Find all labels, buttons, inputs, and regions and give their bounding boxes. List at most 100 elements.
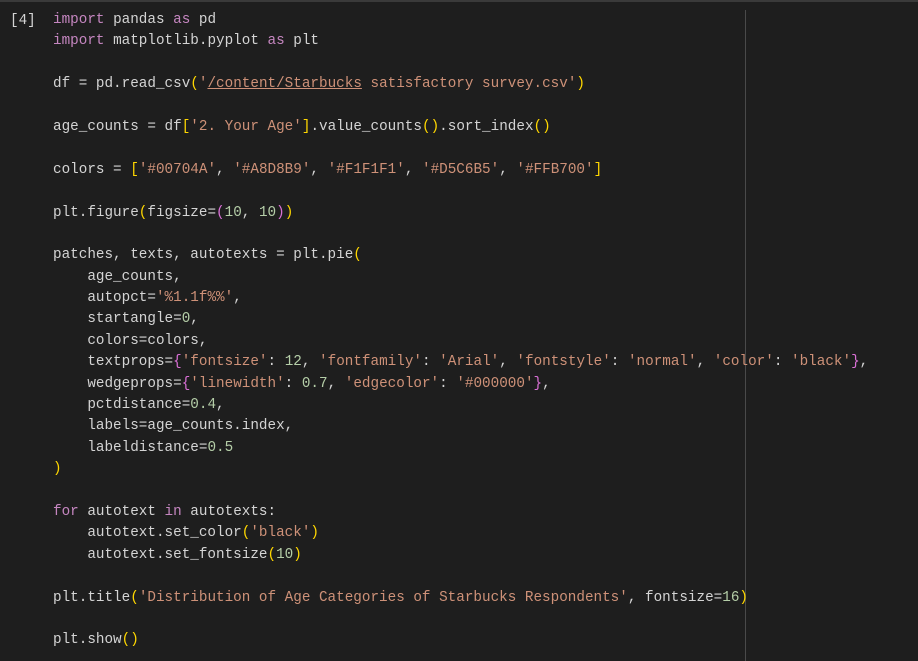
code-token-plain: plt.figure [53,204,139,221]
code-token-plain: , [301,354,320,371]
code-token-plain: age_counts = df [53,118,182,135]
code-line[interactable]: import matplotlib.pyplot as plt [53,31,868,52]
code-line[interactable]: import pandas as pd [53,10,868,31]
code-token-plain: .sort_index [439,118,534,135]
code-token-b2: } [851,354,860,371]
code-line[interactable] [53,609,868,630]
code-token-plain: wedgeprops= [53,375,182,392]
execution-count[interactable]: [4] [10,11,36,32]
code-token-plain: : [284,375,302,392]
code-token-str: 'fontfamily' [319,354,422,371]
code-token-plain: , [216,161,234,178]
code-line[interactable]: pctdistance=0.4, [53,395,868,416]
code-token-str: 'color' [713,354,774,371]
code-line[interactable]: labels=age_counts.index, [53,416,868,437]
code-token-str: '#000000' [456,375,534,392]
code-token-b1: ( [130,589,139,606]
code-token-b1: ( [190,76,199,93]
cell-top-border [0,0,918,2]
code-token-num: 0.7 [301,375,328,392]
code-line[interactable] [53,138,868,159]
code-token-plain: labeldistance= [53,439,208,456]
code-token-b1: () [121,632,139,649]
code-token-num: 10 [258,204,277,221]
code-line[interactable]: df = pd.read_csv('/content/Starbucks sat… [53,74,868,95]
code-token-str: 'fontstyle' [516,354,611,371]
code-line[interactable]: wedgeprops={'linewidth': 0.7, 'edgecolor… [53,374,868,395]
code-token-num: 10 [224,204,242,221]
code-token-kw: in [164,503,182,520]
code-line[interactable]: age_counts = df['2. Your Age'].value_cou… [53,117,868,138]
code-token-b1: ) [53,461,62,478]
code-token-plain: plt.show [53,632,122,649]
code-token-plain: figsize= [147,204,217,221]
code-token-plain: , [327,375,345,392]
code-token-plain: .value_counts [310,118,422,135]
code-token-str: 'edgecolor' [344,375,440,392]
code-token-plain: age_counts, [53,268,182,285]
code-token-plain: : [267,354,285,371]
code-token-str: 'Arial' [439,354,500,371]
code-token-kw: import [53,33,105,50]
code-token-link[interactable]: /content/Starbucks [207,76,361,92]
code-line[interactable]: colors=colors, [53,331,868,352]
code-line[interactable] [53,96,868,117]
code-token-str: 'normal' [627,354,697,371]
code-token-plain: matplotlib.pyplot [104,33,268,50]
code-token-plain: startangle= [53,311,182,328]
code-token-b1: ) [284,204,294,221]
code-token-str: '#A8D8B9' [233,161,311,178]
code-line[interactable]: patches, texts, autotexts = plt.pie( [53,245,868,266]
code-line[interactable]: textprops={'fontsize': 12, 'fontfamily':… [53,352,868,373]
code-token-kw: import [53,12,105,28]
code-line[interactable]: plt.figure(figsize=(10, 10)) [53,203,868,224]
code-line[interactable] [53,53,868,74]
code-token-b1: ( [267,546,277,563]
code-token-plain: , [310,161,328,178]
code-token-plain: , fontsize= [627,589,723,606]
code-line[interactable]: autotext.set_color('black') [53,523,868,544]
code-token-str: '%1.1f%%' [155,290,234,307]
code-line[interactable]: autopct='%1.1f%%', [53,288,868,309]
code-token-str: 'linewidth' [190,375,285,392]
code-token-str: '#FFB700' [516,161,594,178]
code-editor[interactable]: import pandas as pd import matplotlib.pyp… [53,10,868,652]
code-token-plain: colors = [53,161,131,178]
code-line[interactable]: ) [53,459,868,480]
code-line[interactable]: for autotext in autotexts: [53,502,868,523]
code-token-kw: for [53,503,79,520]
code-token-b1: () [533,118,551,135]
code-line[interactable] [53,224,868,245]
code-token-str: 'Distribution of Age Categories of Starb… [138,589,628,606]
code-line[interactable]: plt.title('Distribution of Age Categorie… [53,588,868,609]
code-token-plain: , [499,161,517,178]
code-line[interactable] [53,181,868,202]
code-token-b1: () [421,118,440,135]
code-token-plain: , [216,397,225,414]
code-token-plain: labels=age_counts.index, [53,418,294,435]
code-line[interactable] [53,481,868,502]
code-token-b2: { [181,375,191,392]
code-token-plain: plt.title [53,589,131,606]
code-token-b1: ] [593,161,603,178]
code-line[interactable]: autotext.set_fontsize(10) [53,545,868,566]
code-line[interactable] [53,566,868,587]
code-token-b1: ) [576,76,585,93]
code-token-kw: as [173,12,191,28]
code-token-b2: ) [276,204,285,221]
code-token-plain: plt [284,33,319,50]
code-token-num: 10 [276,546,294,563]
code-line[interactable]: colors = ['#00704A', '#A8D8B9', '#F1F1F1… [53,160,868,181]
code-token-plain: autotext.set_color [53,525,242,542]
code-token-plain: pd [190,12,217,28]
code-token-num: 0.5 [207,439,234,456]
code-line[interactable]: labeldistance=0.5 [53,438,868,459]
code-line[interactable]: age_counts, [53,267,868,288]
code-token-str: '#00704A' [138,161,217,178]
code-token-str: 'black' [791,354,852,371]
code-line[interactable]: plt.show() [53,630,868,651]
code-line[interactable]: startangle=0, [53,309,868,330]
code-token-b1: ) [739,589,748,606]
code-token-plain: colors=colors, [53,332,208,349]
code-token-str: satisfactory survey.csv' [361,76,577,93]
